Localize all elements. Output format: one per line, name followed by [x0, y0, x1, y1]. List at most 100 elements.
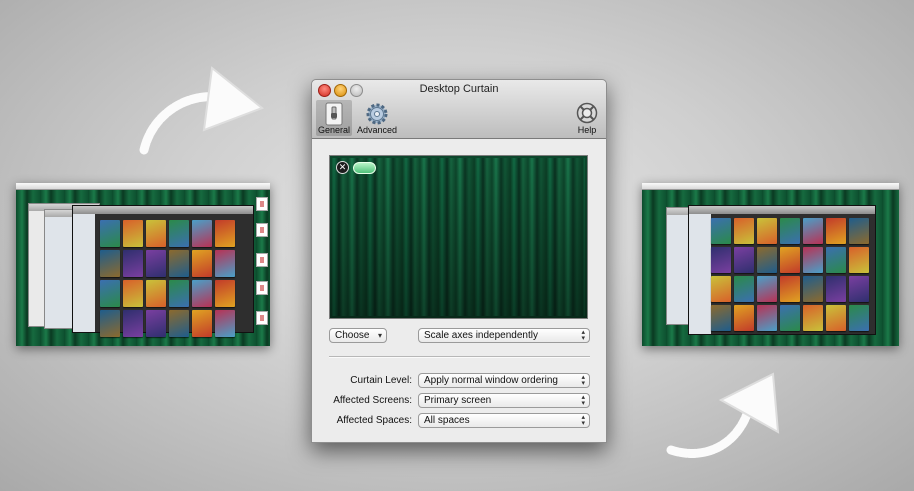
movie-poster — [100, 220, 120, 247]
desktop-file-icon — [256, 197, 268, 211]
lifebuoy-icon — [576, 102, 598, 124]
divider — [329, 356, 590, 358]
tab-general[interactable]: General — [316, 100, 352, 136]
movie-poster — [803, 276, 823, 302]
movie-poster — [780, 218, 800, 244]
movie-poster — [849, 305, 869, 331]
movie-poster — [849, 276, 869, 302]
curtain-preview[interactable]: ✕ — [329, 155, 588, 319]
movie-poster — [100, 280, 120, 307]
help-label: Help — [577, 125, 597, 135]
switch-icon — [325, 102, 343, 126]
menu-bar — [642, 183, 899, 190]
movie-poster — [123, 220, 143, 247]
curtain-level-popup[interactable]: Apply normal window ordering ▴ ▾ — [418, 373, 590, 388]
title-bar: Desktop Curtain General Advanced Help — [312, 80, 606, 139]
movie-poster — [169, 280, 189, 307]
movie-poster — [192, 280, 212, 307]
movie-poster — [123, 250, 143, 277]
updown-chevron-icon: ▴ ▾ — [581, 394, 585, 407]
movie-poster — [169, 220, 189, 247]
movie-poster — [169, 250, 189, 277]
desktop-file-icon — [256, 311, 268, 325]
movie-poster — [711, 247, 731, 273]
movie-poster — [146, 220, 166, 247]
movie-poster — [734, 276, 754, 302]
after-desktop-screenshot — [642, 183, 899, 346]
movie-poster — [215, 280, 235, 307]
movie-poster — [757, 218, 777, 244]
affected-screens-popup[interactable]: Primary screen ▴ ▾ — [418, 393, 590, 408]
movie-poster — [169, 310, 189, 337]
scale-mode-popup[interactable]: Scale axes independently ▴ ▾ — [418, 328, 590, 343]
movie-poster — [215, 250, 235, 277]
movie-poster — [757, 276, 777, 302]
choose-popup-label: Choose — [335, 330, 370, 341]
movie-poster — [123, 280, 143, 307]
movie-poster — [849, 247, 869, 273]
movie-poster — [780, 276, 800, 302]
movie-poster — [849, 218, 869, 244]
movie-poster — [711, 218, 731, 244]
curtain-level-label: Curtain Level: — [350, 375, 412, 386]
movie-poster — [826, 218, 846, 244]
movie-poster — [192, 220, 212, 247]
movie-poster — [734, 218, 754, 244]
help-button[interactable]: Help — [571, 100, 603, 136]
affected-spaces-label: Affected Spaces: — [336, 415, 412, 426]
movie-poster — [100, 250, 120, 277]
menu-bar — [16, 183, 270, 190]
affected-spaces-popup[interactable]: All spaces ▴ ▾ — [418, 413, 590, 428]
movie-poster — [192, 310, 212, 337]
poster-grid — [100, 220, 235, 337]
movie-library-window — [688, 205, 876, 335]
affected-screens-label: Affected Screens: — [333, 395, 412, 406]
before-desktop-screenshot — [16, 183, 270, 346]
desktop-file-icon — [256, 223, 268, 237]
curtain-level-value: Apply normal window ordering — [424, 375, 558, 386]
tab-advanced[interactable]: Advanced — [354, 100, 400, 136]
movie-poster — [146, 250, 166, 277]
movie-library-window — [72, 205, 254, 337]
chevron-down-icon: ▾ — [377, 331, 382, 340]
updown-chevron-icon: ▴ ▾ — [581, 374, 585, 387]
scale-mode-value: Scale axes independently — [424, 330, 538, 341]
movie-poster — [123, 310, 143, 337]
movie-poster — [215, 220, 235, 247]
movie-poster — [146, 310, 166, 337]
movie-poster — [826, 305, 846, 331]
movie-poster — [780, 247, 800, 273]
desktop-file-icon — [256, 253, 268, 267]
movie-poster — [711, 305, 731, 331]
movie-poster — [780, 305, 800, 331]
movie-poster — [100, 310, 120, 337]
movie-poster — [734, 247, 754, 273]
movie-poster — [757, 247, 777, 273]
movie-poster — [803, 305, 823, 331]
movie-poster — [146, 280, 166, 307]
movie-poster — [803, 218, 823, 244]
window-title: Desktop Curtain — [419, 83, 499, 95]
tab-general-label: General — [317, 125, 351, 135]
movie-poster — [734, 305, 754, 331]
desktop-file-icon — [256, 281, 268, 295]
hand-drawn-arrow-icon — [139, 66, 264, 155]
poster-grid — [711, 218, 869, 331]
movie-poster — [826, 276, 846, 302]
movie-poster — [757, 305, 777, 331]
movie-poster — [826, 247, 846, 273]
movie-poster — [711, 276, 731, 302]
movie-poster — [215, 310, 235, 337]
tab-advanced-label: Advanced — [356, 125, 398, 135]
gear-icon — [366, 103, 388, 125]
choose-popup[interactable]: Choose ▾ — [329, 328, 387, 343]
hand-drawn-arrow-icon — [666, 372, 780, 458]
updown-chevron-icon: ▴ ▾ — [581, 329, 585, 342]
desktop-curtain-window: Desktop Curtain General Advanced Help ✕ … — [311, 79, 607, 443]
affected-screens-value: Primary screen — [424, 395, 492, 406]
close-icon[interactable]: ✕ — [336, 161, 349, 174]
toggle-pill[interactable] — [353, 162, 376, 174]
movie-poster — [192, 250, 212, 277]
updown-chevron-icon: ▴ ▾ — [581, 414, 585, 427]
affected-spaces-value: All spaces — [424, 415, 470, 426]
